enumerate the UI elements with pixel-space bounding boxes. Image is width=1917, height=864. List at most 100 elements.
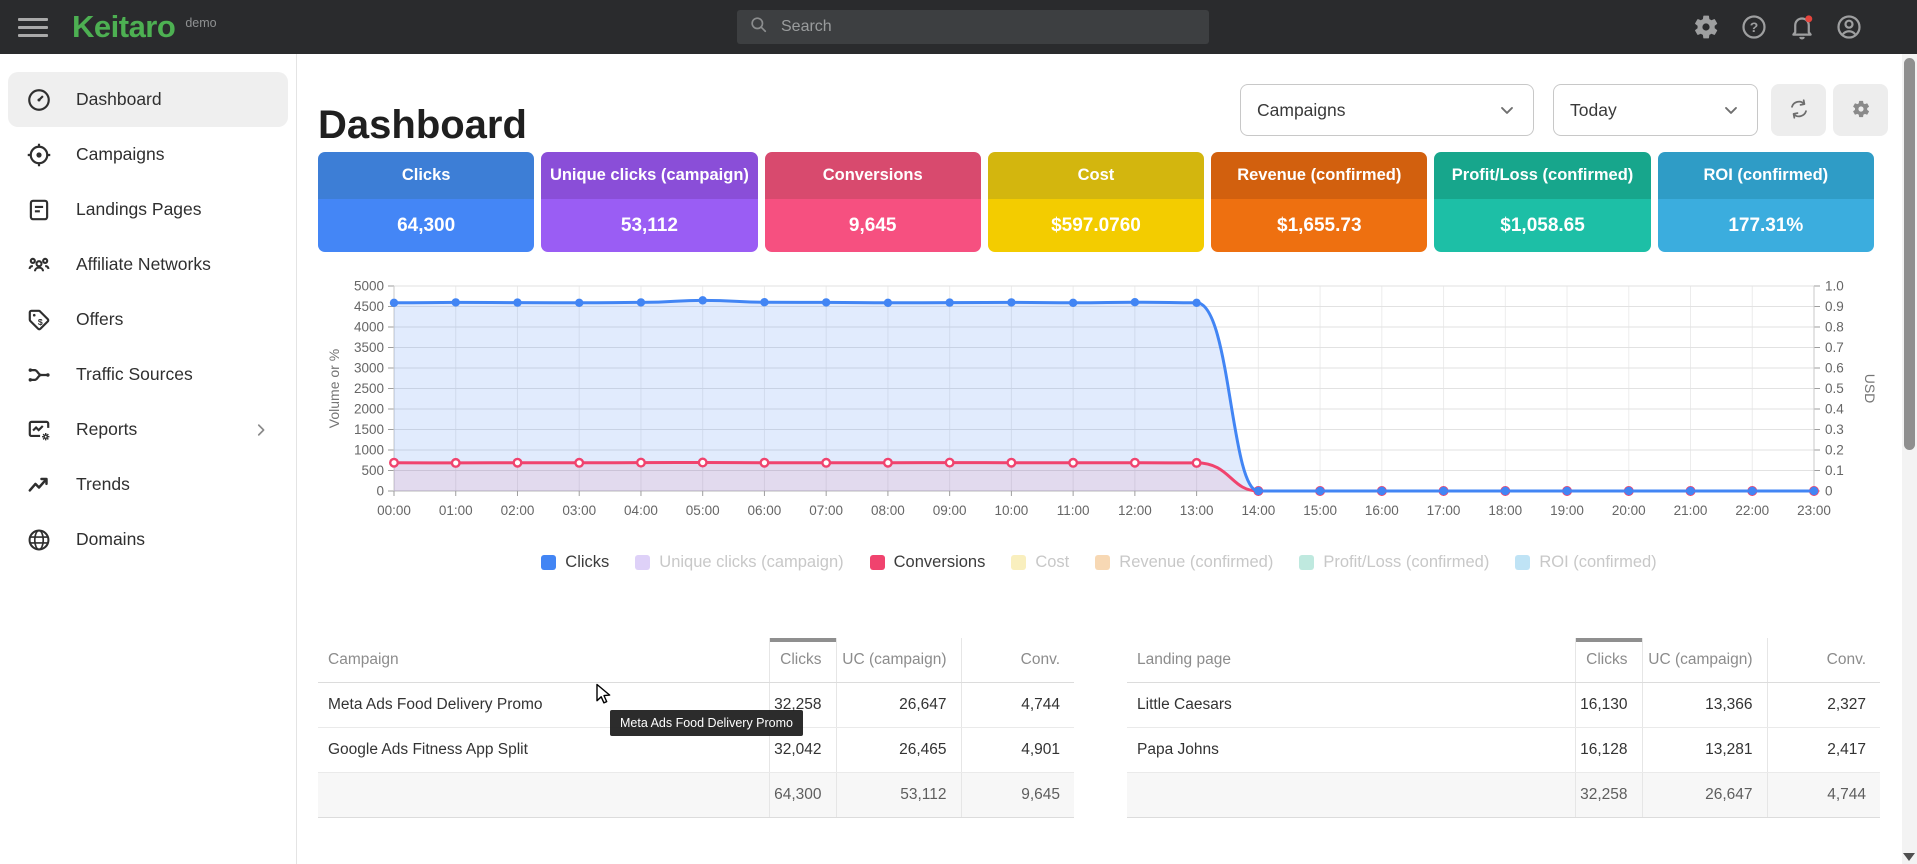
landing-pages-table: Landing pageClicksUC (campaign)Conv.Litt… <box>1127 638 1880 818</box>
stat-card-revenue-confirmed-[interactable]: Revenue (confirmed)$1,655.73 <box>1211 152 1427 252</box>
chevron-down-icon <box>1497 100 1517 120</box>
scrollbar-thumb[interactable] <box>1904 58 1915 450</box>
svg-text:14:00: 14:00 <box>1241 503 1275 518</box>
traffic-chart[interactable]: 0500100015002000250030003500400045005000… <box>318 272 1880 534</box>
stat-card-value: $1,655.73 <box>1211 199 1427 252</box>
legend-item-unique-clicks-campaign-[interactable]: Unique clicks (campaign) <box>635 553 843 572</box>
row-value-cell: 13,366 <box>1642 682 1767 727</box>
svg-text:0.1: 0.1 <box>1825 463 1844 478</box>
column-header-uc-campaign-[interactable]: UC (campaign) <box>836 638 961 682</box>
menu-icon[interactable] <box>18 13 48 41</box>
legend-item-conversions[interactable]: Conversions <box>870 553 986 572</box>
svg-text:0.7: 0.7 <box>1825 340 1844 355</box>
legend-swatch <box>635 555 650 570</box>
page-scrollbar[interactable] <box>1902 54 1917 864</box>
help-icon[interactable]: ? <box>1740 13 1770 43</box>
column-header-clicks[interactable]: Clicks <box>1575 638 1642 682</box>
sidebar-item-trends[interactable]: Trends <box>8 457 288 512</box>
row-tooltip: Meta Ads Food Delivery Promo <box>610 710 803 736</box>
notifications-icon[interactable] <box>1788 13 1818 43</box>
stat-card-value: 64,300 <box>318 199 534 252</box>
stat-card-unique-clicks-campaign-[interactable]: Unique clicks (campaign)53,112 <box>541 152 757 252</box>
svg-text:Volume or %: Volume or % <box>326 349 342 428</box>
legend-item-profit-loss-confirmed-[interactable]: Profit/Loss (confirmed) <box>1299 553 1489 572</box>
sidebar-item-reports[interactable]: Reports <box>8 402 288 457</box>
table-row[interactable]: Papa Johns16,12813,2812,417 <box>1127 727 1880 772</box>
date-range-select[interactable]: Today <box>1553 84 1758 136</box>
svg-text:07:00: 07:00 <box>809 503 843 518</box>
svg-text:01:00: 01:00 <box>439 503 473 518</box>
svg-text:1000: 1000 <box>354 443 384 458</box>
sidebar-item-label: Traffic Sources <box>76 364 193 385</box>
tag-icon: $ <box>26 307 52 333</box>
brand[interactable]: Keitaro demo <box>72 0 217 54</box>
legend-item-cost[interactable]: Cost <box>1011 553 1069 572</box>
environment-label: demo <box>185 16 216 30</box>
svg-text:2500: 2500 <box>354 381 384 396</box>
stat-card-roi-confirmed-[interactable]: ROI (confirmed)177.31% <box>1658 152 1874 252</box>
stat-card-label: Unique clicks (campaign) <box>541 152 757 199</box>
svg-text:500: 500 <box>361 463 384 478</box>
scroll-down-caret[interactable] <box>1903 853 1915 861</box>
stat-cards-row: Clicks64,300Unique clicks (campaign)53,1… <box>318 152 1874 252</box>
column-header-conv-[interactable]: Conv. <box>1767 638 1880 682</box>
svg-text:19:00: 19:00 <box>1550 503 1584 518</box>
svg-text:06:00: 06:00 <box>748 503 782 518</box>
campaigns-filter-select[interactable]: Campaigns <box>1240 84 1534 136</box>
column-header-uc-campaign-[interactable]: UC (campaign) <box>1642 638 1767 682</box>
row-value-cell: 4,744 <box>961 682 1074 727</box>
column-header-landing-page[interactable]: Landing page <box>1127 638 1575 682</box>
svg-text:3000: 3000 <box>354 361 384 376</box>
stat-card-conversions[interactable]: Conversions9,645 <box>765 152 981 252</box>
stat-card-clicks[interactable]: Clicks64,300 <box>318 152 534 252</box>
svg-text:4500: 4500 <box>354 299 384 314</box>
sidebar-item-label: Domains <box>76 529 145 550</box>
account-icon[interactable] <box>1835 13 1865 43</box>
stat-card-label: Clicks <box>318 152 534 199</box>
column-header-clicks[interactable]: Clicks <box>769 638 836 682</box>
row-name-cell: Papa Johns <box>1127 727 1575 772</box>
globe-icon <box>26 527 52 553</box>
svg-text:00:00: 00:00 <box>377 503 411 518</box>
legend-label: Revenue (confirmed) <box>1119 553 1273 572</box>
svg-text:0.3: 0.3 <box>1825 422 1844 437</box>
search-icon <box>749 15 769 40</box>
totals-cell: 53,112 <box>836 772 961 817</box>
legend-item-clicks[interactable]: Clicks <box>541 553 609 572</box>
svg-text:0.6: 0.6 <box>1825 361 1844 376</box>
table-row[interactable]: Little Caesars16,13013,3662,327 <box>1127 682 1880 727</box>
trending-icon <box>26 472 52 498</box>
search-input[interactable] <box>779 17 1197 37</box>
sidebar-item-campaigns[interactable]: Campaigns <box>8 127 288 182</box>
sidebar-item-traffic-sources[interactable]: Traffic Sources <box>8 347 288 402</box>
stat-card-value: $1,058.65 <box>1434 199 1650 252</box>
sidebar-item-label: Trends <box>76 474 130 495</box>
sidebar-item-label: Reports <box>76 419 137 440</box>
sidebar-item-landings-pages[interactable]: Landings Pages <box>8 182 288 237</box>
row-value-cell: 16,128 <box>1575 727 1642 772</box>
sidebar-item-offers[interactable]: $Offers <box>8 292 288 347</box>
target-icon <box>26 142 52 168</box>
stat-card-profit-loss-confirmed-[interactable]: Profit/Loss (confirmed)$1,058.65 <box>1434 152 1650 252</box>
row-value-cell: 4,901 <box>961 727 1074 772</box>
column-header-conv-[interactable]: Conv. <box>961 638 1074 682</box>
sidebar-item-affiliate-networks[interactable]: Affiliate Networks <box>8 237 288 292</box>
column-header-campaign[interactable]: Campaign <box>318 638 769 682</box>
svg-text:18:00: 18:00 <box>1488 503 1522 518</box>
split-icon <box>26 362 52 388</box>
sidebar-item-dashboard[interactable]: Dashboard <box>8 72 288 127</box>
svg-text:0: 0 <box>1825 484 1833 499</box>
legend-label: Cost <box>1035 553 1069 572</box>
legend-item-revenue-confirmed-[interactable]: Revenue (confirmed) <box>1095 553 1273 572</box>
refresh-button[interactable] <box>1771 84 1826 136</box>
settings-icon[interactable] <box>1692 13 1722 43</box>
stat-card-label: Profit/Loss (confirmed) <box>1434 152 1650 199</box>
sidebar-item-domains[interactable]: Domains <box>8 512 288 567</box>
row-value-cell: 2,417 <box>1767 727 1880 772</box>
search-bar[interactable] <box>737 10 1209 44</box>
dashboard-settings-button[interactable] <box>1833 84 1888 136</box>
speedometer-icon <box>26 87 52 113</box>
svg-text:08:00: 08:00 <box>871 503 905 518</box>
legend-item-roi-confirmed-[interactable]: ROI (confirmed) <box>1515 553 1656 572</box>
stat-card-cost[interactable]: Cost$597.0760 <box>988 152 1204 252</box>
